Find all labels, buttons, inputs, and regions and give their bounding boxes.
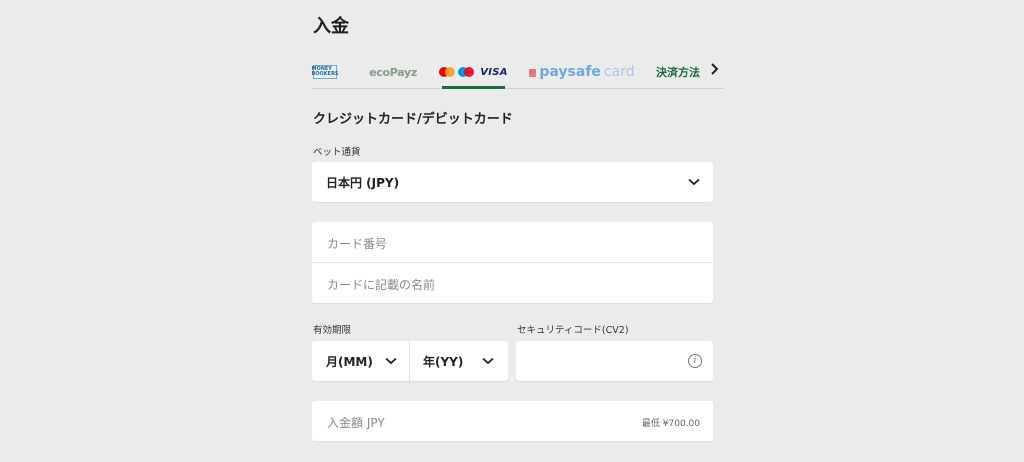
card-details-group: カード番号 カードに記載の名前 [312, 222, 713, 303]
security-code-input[interactable]: i [516, 341, 713, 381]
amount-placeholder: 入金額 JPY [327, 416, 385, 430]
minimum-amount: 最低 ¥700.00 [641, 419, 700, 429]
currency-label: ベット通貨 [313, 147, 361, 158]
section-title: クレジットカード/デビットカード [313, 112, 513, 127]
paysafecard-logo: paysafe card [529, 64, 635, 80]
currency-select[interactable]: 日本円 (JPY) [312, 162, 713, 202]
lock-icon [529, 69, 537, 77]
cards-logo: VISA [439, 67, 508, 78]
chevron-down-icon [688, 178, 700, 186]
tab-ecopayz[interactable]: ecoPayz [368, 56, 418, 88]
cardholder-name-input[interactable]: カードに記載の名前 [327, 276, 435, 293]
paysafe-text: paysafe [539, 64, 601, 80]
tab-more-methods[interactable]: 決済方法 [656, 56, 706, 88]
chevron-down-icon [482, 357, 494, 365]
tab-paysafecard[interactable]: paysafe card [529, 56, 635, 88]
security-code-label: セキュリティコード(CV2) [517, 325, 629, 336]
card-number-input[interactable]: カード番号 [327, 235, 387, 252]
tab-cards[interactable]: VISA [439, 56, 508, 89]
card-text: card [603, 64, 635, 80]
page-title: 入金 [313, 16, 349, 37]
currency-value: 日本円 (JPY) [326, 176, 400, 190]
expiry-group: 月(MM) 年(YY) [312, 341, 508, 381]
expiry-year-select[interactable]: 年(YY) [410, 341, 508, 381]
ecopayz-logo: ecoPayz [369, 65, 417, 79]
expiry-label: 有効期限 [313, 325, 352, 336]
mastercard-icon [439, 67, 456, 77]
info-icon[interactable]: i [688, 354, 702, 368]
card-divider [312, 262, 713, 263]
visa-logo: VISA [480, 66, 508, 78]
expiry-month-select[interactable]: 月(MM) [312, 341, 409, 381]
expiry-month-value: 月(MM) [326, 355, 373, 369]
maestro-icon [458, 67, 475, 77]
amount-input[interactable]: 入金額 JPY 最低 ¥700.00 [312, 401, 713, 441]
tab-moneybookers[interactable]: MONEY BOOKERS [311, 56, 339, 88]
chevron-right-icon[interactable] [710, 62, 720, 76]
more-methods-label: 決済方法 [656, 66, 700, 79]
payment-method-tabs: MONEY BOOKERS ecoPayz VISA paysafe card 決… [311, 56, 724, 89]
chevron-down-icon [385, 357, 397, 365]
moneybookers-logo: MONEY BOOKERS [311, 65, 339, 79]
expiry-year-value: 年(YY) [423, 355, 464, 369]
